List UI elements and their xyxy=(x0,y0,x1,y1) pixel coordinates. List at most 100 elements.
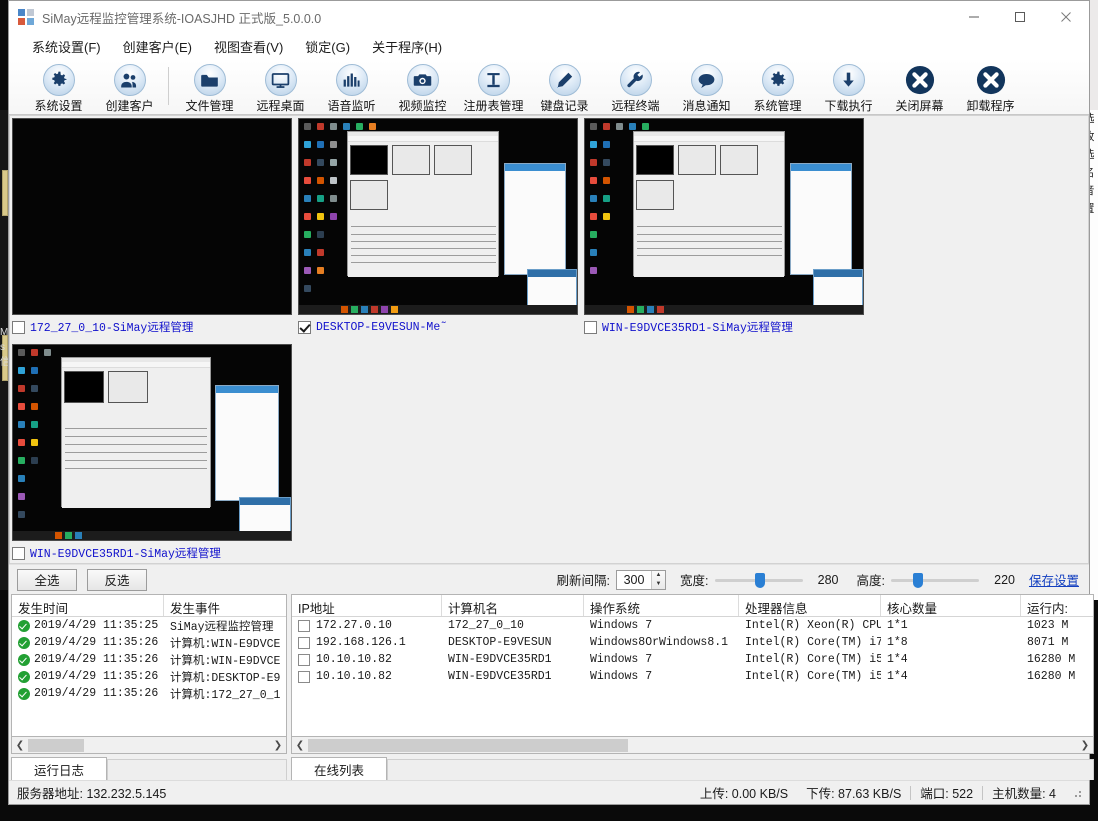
scroll-right-icon[interactable]: ❯ xyxy=(270,738,286,753)
maximize-button[interactable] xyxy=(997,1,1043,33)
run-log-horizontal-scrollbar[interactable]: ❮ ❯ xyxy=(11,737,287,754)
scrollbar-track[interactable] xyxy=(28,738,270,753)
toolbar-button-remote-desktop[interactable]: 远程桌面 xyxy=(245,63,316,115)
spinner-up-icon[interactable]: ▲ xyxy=(652,571,665,580)
cell-memory: 8071 M xyxy=(1021,636,1093,649)
table-row[interactable]: 172.27.0.10 172_27_0_10 Windows 7 Intel(… xyxy=(292,617,1093,634)
table-row[interactable]: 2019/4/29 11:35:26 计算机:WIN-E9DVCE xyxy=(12,634,286,651)
refresh-interval-value[interactable]: 300 xyxy=(617,573,651,587)
toolbar-label: 语音监听 xyxy=(327,97,375,114)
table-row[interactable]: 10.10.10.82 WIN-E9DVCE35RD1 Windows 7 In… xyxy=(292,651,1093,668)
resize-grip[interactable] xyxy=(1071,787,1083,799)
column-header-memory[interactable]: 运行内: xyxy=(1021,595,1093,616)
table-row[interactable]: 2019/4/29 11:35:26 计算机:DESKTOP-E9 xyxy=(12,668,286,685)
select-all-button[interactable]: 全选 xyxy=(17,569,77,591)
toolbar-button-create-client[interactable]: 创建客户 xyxy=(94,63,165,115)
toolbar-label: 关闭屏幕 xyxy=(895,97,943,114)
toolbar-button-uninstall-program[interactable]: 卸载程序 xyxy=(955,63,1026,115)
toolbar-button-registry-management[interactable]: 注册表管理 xyxy=(458,63,529,115)
control-strip: 全选 反选 刷新间隔: 300 ▲ ▼ 宽度: 280 高度: 22 xyxy=(9,564,1089,594)
cell-computer: WIN-E9DVCE35RD1 xyxy=(442,670,584,683)
slider-thumb[interactable] xyxy=(913,573,923,588)
column-header-cpu[interactable]: 处理器信息 xyxy=(739,595,881,616)
scrollbar-thumb[interactable] xyxy=(308,739,628,752)
pencil-icon xyxy=(549,64,581,96)
toolbar-label: 系统管理 xyxy=(753,97,801,114)
toolbar-button-remote-terminal[interactable]: 远程终端 xyxy=(600,63,671,115)
table-row[interactable]: 2019/4/29 11:35:26 计算机:172_27_0_1 xyxy=(12,685,286,702)
toolbar-button-keyboard-log[interactable]: 键盘记录 xyxy=(529,63,600,115)
online-list-grid[interactable]: IP地址 计算机名 操作系统 处理器信息 核心数量 运行内: 172.27.0.… xyxy=(291,594,1094,737)
cell-os: Windows 7 xyxy=(584,670,739,683)
thumbnail-checkbox[interactable] xyxy=(298,321,311,334)
cell-computer: 172_27_0_10 xyxy=(442,619,584,632)
table-row[interactable]: 2019/4/29 11:35:25 SiMay远程监控管理 xyxy=(12,617,286,634)
scroll-right-icon[interactable]: ❯ xyxy=(1077,738,1093,753)
slider-thumb[interactable] xyxy=(755,573,765,588)
refresh-and-size-controls: 刷新间隔: 300 ▲ ▼ 宽度: 280 高度: 220 保存设置 xyxy=(557,570,1079,590)
online-list-horizontal-scrollbar[interactable]: ❮ ❯ xyxy=(291,737,1094,754)
toolbar-button-system-settings[interactable]: 系统设置 xyxy=(23,63,94,115)
menu-item-system-settings[interactable]: 系统设置(F) xyxy=(21,34,112,59)
thumbnail-checkbox[interactable] xyxy=(12,547,25,560)
thumbnail-label: 172_27_0_10-SiMay远程管理 xyxy=(30,319,193,335)
thumbnail-preview[interactable] xyxy=(12,344,292,541)
column-header-os[interactable]: 操作系统 xyxy=(584,595,739,616)
scroll-left-icon[interactable]: ❮ xyxy=(292,738,308,753)
column-header-ip[interactable]: IP地址 xyxy=(292,595,442,616)
spinner-down-icon[interactable]: ▼ xyxy=(652,580,665,589)
thumbnail-cell[interactable]: WIN-E9DVCE35RD1-SiMay远程管理 xyxy=(584,118,864,335)
run-log-grid[interactable]: 发生时间 发生事件 2019/4/29 11:35:25 SiMay远程监控管理… xyxy=(11,594,287,737)
table-row[interactable]: 192.168.126.1 DESKTOP-E9VESUN Windows8Or… xyxy=(292,634,1093,651)
column-header-cores[interactable]: 核心数量 xyxy=(881,595,1021,616)
row-checkbox[interactable] xyxy=(298,654,310,666)
toolbar-button-message-notify[interactable]: 消息通知 xyxy=(671,63,742,115)
menu-item-view[interactable]: 视图查看(V) xyxy=(203,34,294,59)
thumbnail-preview[interactable] xyxy=(584,118,864,315)
tab-run-log[interactable]: 运行日志 xyxy=(11,757,107,780)
monitor-icon xyxy=(265,64,297,96)
thumbnail-preview[interactable] xyxy=(298,118,578,315)
toolbar-button-system-management[interactable]: 系统管理 xyxy=(742,63,813,115)
menu-item-lock[interactable]: 锁定(G) xyxy=(294,34,361,59)
toolbar-button-file-management[interactable]: 文件管理 xyxy=(174,63,245,115)
row-checkbox[interactable] xyxy=(298,620,310,632)
table-row[interactable]: 2019/4/29 11:35:26 计算机:WIN-E9DVCE xyxy=(12,651,286,668)
menu-item-create-client[interactable]: 创建客户(E) xyxy=(112,34,203,59)
invert-selection-button[interactable]: 反选 xyxy=(87,569,147,591)
thumbnail-checkbox[interactable] xyxy=(584,321,597,334)
thumbnail-cell[interactable]: 172_27_0_10-SiMay远程管理 xyxy=(12,118,292,335)
column-header-computer[interactable]: 计算机名 xyxy=(442,595,584,616)
toolbar-button-close-screen[interactable]: 关闭屏幕 xyxy=(884,63,955,115)
toolbar-button-audio-monitor[interactable]: 语音监听 xyxy=(316,63,387,115)
thumbnail-preview[interactable] xyxy=(12,118,292,315)
row-checkbox[interactable] xyxy=(298,637,310,649)
scroll-left-icon[interactable]: ❮ xyxy=(12,738,28,753)
width-slider[interactable] xyxy=(715,571,803,589)
row-checkbox[interactable] xyxy=(298,671,310,683)
height-slider[interactable] xyxy=(891,571,979,589)
thumbnail-cell[interactable]: DESKTOP-E9VESUN-Me˜ xyxy=(298,118,578,335)
remote-screen xyxy=(299,119,577,314)
column-header-event[interactable]: 发生事件 xyxy=(164,595,286,616)
column-header-time[interactable]: 发生时间 xyxy=(12,595,164,616)
save-settings-link[interactable]: 保存设置 xyxy=(1029,570,1079,589)
thumbnail-cell[interactable]: WIN-E9DVCE35RD1-SiMay远程管理 xyxy=(12,344,292,561)
tab-online-list[interactable]: 在线列表 xyxy=(291,757,387,780)
menu-item-about[interactable]: 关于程序(H) xyxy=(361,34,453,59)
toolbar-button-video-monitor[interactable]: 视频监控 xyxy=(387,63,458,115)
thumbnail-checkbox[interactable] xyxy=(12,321,25,334)
thumbnail-caption: DESKTOP-E9VESUN-Me˜ xyxy=(298,319,578,335)
toolbar-button-download-execute[interactable]: 下载执行 xyxy=(813,63,884,115)
minimize-button[interactable] xyxy=(951,1,997,33)
close-button[interactable] xyxy=(1043,1,1089,33)
refresh-interval-spinner[interactable]: 300 ▲ ▼ xyxy=(616,570,666,590)
log-event: 计算机:DESKTOP-E9 xyxy=(164,669,286,685)
scrollbar-track[interactable] xyxy=(308,738,1077,753)
cell-ip: 10.10.10.82 xyxy=(316,670,392,683)
table-row[interactable]: 10.10.10.82 WIN-E9DVCE35RD1 Windows 7 In… xyxy=(292,668,1093,685)
close-x-icon xyxy=(904,64,936,96)
log-time: 2019/4/29 11:35:26 xyxy=(34,653,158,666)
spinner-arrows[interactable]: ▲ ▼ xyxy=(651,571,665,589)
scrollbar-thumb[interactable] xyxy=(28,739,84,752)
